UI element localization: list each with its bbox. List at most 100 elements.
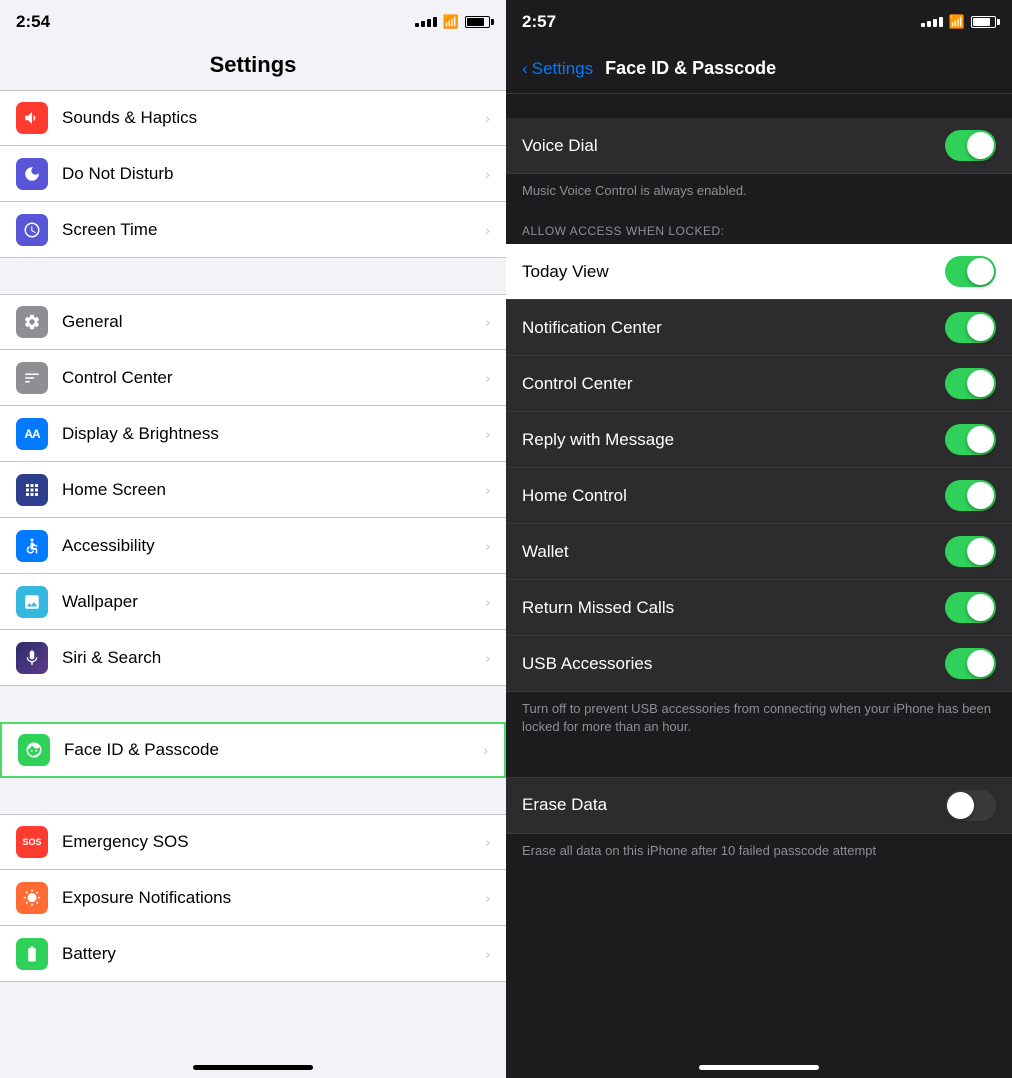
- battery-label: Battery: [62, 944, 485, 964]
- settings-item-dnd[interactable]: Do Not Disturb ›: [0, 146, 506, 202]
- control-center-item[interactable]: Control Center: [506, 356, 1012, 412]
- nav-bar: ‹ Settings Face ID & Passcode: [506, 44, 1012, 94]
- sounds-icon: [16, 102, 48, 134]
- exposure-icon: [16, 882, 48, 914]
- settings-group-2: General › Control Center › AA Display & …: [0, 294, 506, 686]
- sounds-label: Sounds & Haptics: [62, 108, 485, 128]
- reply-message-toggle[interactable]: [945, 424, 996, 455]
- sos-label: Emergency SOS: [62, 832, 485, 852]
- exposure-chevron: ›: [485, 890, 490, 906]
- allow-access-header: ALLOW ACCESS WHEN LOCKED:: [506, 216, 1012, 244]
- left-title-bar: Settings: [0, 44, 506, 90]
- control-icon: [16, 362, 48, 394]
- accessibility-label: Accessibility: [62, 536, 485, 556]
- settings-item-control[interactable]: Control Center ›: [0, 350, 506, 406]
- settings-item-screentime[interactable]: Screen Time ›: [0, 202, 506, 258]
- status-bar-left: 2:54 📶: [0, 0, 506, 44]
- display-icon: AA: [16, 418, 48, 450]
- homescreen-icon: [16, 474, 48, 506]
- voice-dial-toggle[interactable]: [945, 130, 996, 161]
- home-bar-right: [699, 1065, 819, 1070]
- right-content[interactable]: Voice Dial Music Voice Control is always…: [506, 94, 1012, 1044]
- section-div-1: [506, 94, 1012, 118]
- home-indicator-left: [0, 1044, 506, 1078]
- erase-footer: Erase all data on this iPhone after 10 f…: [506, 834, 1012, 876]
- erase-data-toggle[interactable]: [945, 790, 996, 821]
- faceid-chevron: ›: [483, 742, 488, 758]
- sounds-chevron: ›: [485, 110, 490, 126]
- display-chevron: ›: [485, 426, 490, 442]
- group-sep-2: [0, 686, 506, 722]
- return-missed-calls-item[interactable]: Return Missed Calls: [506, 580, 1012, 636]
- home-control-label: Home Control: [522, 486, 945, 506]
- usb-footer: Turn off to prevent USB accessories from…: [506, 692, 1012, 752]
- settings-item-siri[interactable]: Siri & Search ›: [0, 630, 506, 686]
- sos-icon: SOS: [16, 826, 48, 858]
- general-chevron: ›: [485, 314, 490, 330]
- left-panel: 2:54 📶 Settings: [0, 0, 506, 1078]
- accessibility-chevron: ›: [485, 538, 490, 554]
- wallet-toggle[interactable]: [945, 536, 996, 567]
- signal-icon: [415, 17, 437, 27]
- control-center-toggle[interactable]: [945, 368, 996, 399]
- battery-setting-icon: [16, 938, 48, 970]
- home-bar-left: [193, 1065, 313, 1070]
- right-panel: 2:57 📶 ‹ Settings Face ID & Passcode Voi…: [506, 0, 1012, 1078]
- today-view-item[interactable]: Today View: [506, 244, 1012, 300]
- sos-chevron: ›: [485, 834, 490, 850]
- home-control-toggle[interactable]: [945, 480, 996, 511]
- return-missed-calls-toggle[interactable]: [945, 592, 996, 623]
- wallpaper-chevron: ›: [485, 594, 490, 610]
- wallet-item[interactable]: Wallet: [506, 524, 1012, 580]
- dnd-chevron: ›: [485, 166, 490, 182]
- time-right: 2:57: [522, 12, 556, 32]
- settings-item-faceid[interactable]: Face ID & Passcode ›: [0, 722, 506, 778]
- settings-item-display[interactable]: AA Display & Brightness ›: [0, 406, 506, 462]
- notification-center-toggle[interactable]: [945, 312, 996, 343]
- settings-item-accessibility[interactable]: Accessibility ›: [0, 518, 506, 574]
- siri-label: Siri & Search: [62, 648, 485, 668]
- wifi-icon-right: 📶: [949, 14, 965, 30]
- control-chevron: ›: [485, 370, 490, 386]
- battery-icon: [465, 16, 490, 28]
- display-label: Display & Brightness: [62, 424, 485, 444]
- voice-dial-label: Voice Dial: [522, 136, 945, 156]
- settings-list[interactable]: Sounds & Haptics › Do Not Disturb › Scre…: [0, 90, 506, 1044]
- screentime-icon: [16, 214, 48, 246]
- settings-group-1: Sounds & Haptics › Do Not Disturb › Scre…: [0, 90, 506, 258]
- usb-accessories-item[interactable]: USB Accessories: [506, 636, 1012, 692]
- notification-center-item[interactable]: Notification Center: [506, 300, 1012, 356]
- settings-item-general[interactable]: General ›: [0, 294, 506, 350]
- section-div-2: [506, 753, 1012, 777]
- signal-icon-right: [921, 17, 943, 27]
- settings-item-sos[interactable]: SOS Emergency SOS ›: [0, 814, 506, 870]
- erase-data-item[interactable]: Erase Data: [506, 777, 1012, 834]
- status-icons-right: 📶: [921, 14, 996, 30]
- back-button[interactable]: ‹ Settings: [522, 59, 593, 79]
- battery-chevron: ›: [485, 946, 490, 962]
- settings-title: Settings: [0, 52, 506, 78]
- home-indicator-right: [506, 1044, 1012, 1078]
- wallpaper-label: Wallpaper: [62, 592, 485, 612]
- general-label: General: [62, 312, 485, 332]
- faceid-icon: [18, 734, 50, 766]
- notification-center-label: Notification Center: [522, 318, 945, 338]
- status-icons-left: 📶: [415, 14, 490, 30]
- settings-item-battery[interactable]: Battery ›: [0, 926, 506, 982]
- settings-item-sounds[interactable]: Sounds & Haptics ›: [0, 90, 506, 146]
- reply-message-item[interactable]: Reply with Message: [506, 412, 1012, 468]
- settings-item-homescreen[interactable]: Home Screen ›: [0, 462, 506, 518]
- settings-item-wallpaper[interactable]: Wallpaper ›: [0, 574, 506, 630]
- status-bar-right: 2:57 📶: [506, 0, 1012, 44]
- usb-accessories-toggle[interactable]: [945, 648, 996, 679]
- settings-item-exposure[interactable]: Exposure Notifications ›: [0, 870, 506, 926]
- today-view-toggle[interactable]: [945, 256, 996, 287]
- voice-dial-footer: Music Voice Control is always enabled.: [506, 174, 1012, 216]
- home-control-item[interactable]: Home Control: [506, 468, 1012, 524]
- general-icon: [16, 306, 48, 338]
- voice-dial-item[interactable]: Voice Dial: [506, 118, 1012, 174]
- group-sep-3: [0, 778, 506, 814]
- dnd-label: Do Not Disturb: [62, 164, 485, 184]
- accessibility-icon: [16, 530, 48, 562]
- wallet-label: Wallet: [522, 542, 945, 562]
